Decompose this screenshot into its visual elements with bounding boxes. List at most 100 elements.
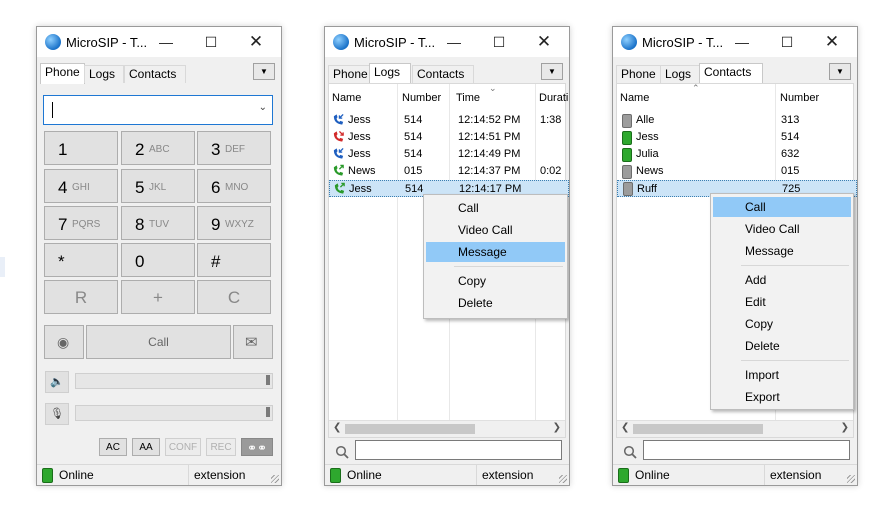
- tab-menu-button[interactable]: ▼: [829, 63, 851, 80]
- tab-logs[interactable]: Logs: [84, 65, 124, 83]
- status-text[interactable]: Online: [347, 468, 382, 482]
- menu-item-import[interactable]: Import: [713, 365, 851, 385]
- menu-item-export[interactable]: Export: [713, 387, 851, 407]
- table-row[interactable]: Jess 514 12:14:52 PM 1:38: [329, 112, 569, 129]
- key-7[interactable]: 7 PQRS: [44, 206, 118, 240]
- account-label[interactable]: extension: [476, 465, 533, 485]
- list-item[interactable]: News 015: [617, 163, 857, 180]
- title-bar[interactable]: MicroSIP - T... — ☐ ✕: [613, 27, 857, 57]
- horizontal-scrollbar[interactable]: ❮ ❯: [617, 420, 853, 437]
- minimize-button[interactable]: —: [731, 31, 753, 53]
- menu-item-call[interactable]: Call: [426, 198, 565, 218]
- key-4[interactable]: 4 GHI: [44, 169, 118, 203]
- slider-thumb[interactable]: [266, 375, 270, 385]
- key-hash[interactable]: #: [197, 243, 271, 277]
- tab-menu-button[interactable]: ▼: [253, 63, 275, 80]
- table-row[interactable]: News 015 12:14:37 PM 0:02: [329, 163, 569, 180]
- tab-contacts[interactable]: Contacts: [124, 65, 186, 83]
- menu-item-message[interactable]: Message: [426, 242, 565, 262]
- list-item[interactable]: Julia 632: [617, 146, 857, 163]
- menu-item-video-call[interactable]: Video Call: [713, 219, 851, 239]
- menu-item-delete[interactable]: Delete: [426, 293, 565, 313]
- tab-menu-button[interactable]: ▼: [541, 63, 563, 80]
- menu-item-add[interactable]: Add: [713, 270, 851, 290]
- table-row[interactable]: Jess 514 12:14:49 PM: [329, 146, 569, 163]
- key-8[interactable]: 8 TUV: [121, 206, 195, 240]
- maximize-button[interactable]: ☐: [200, 31, 222, 53]
- table-row[interactable]: Jess 514 12:14:51 PM: [329, 129, 569, 146]
- tab-phone[interactable]: Phone: [328, 65, 373, 83]
- menu-item-copy[interactable]: Copy: [426, 271, 565, 291]
- search-input[interactable]: [355, 440, 562, 460]
- dial-input[interactable]: ⌄: [43, 95, 273, 125]
- key-6[interactable]: 6 MNO: [197, 169, 271, 203]
- key-9[interactable]: 9 WXYZ: [197, 206, 271, 240]
- close-button[interactable]: ✕: [821, 31, 843, 53]
- column-header-duration[interactable]: Durati: [539, 92, 568, 104]
- conference-button[interactable]: CONF: [165, 438, 201, 456]
- minimize-button[interactable]: —: [155, 31, 177, 53]
- plus-button[interactable]: +: [121, 280, 195, 314]
- slider-thumb[interactable]: [266, 407, 270, 417]
- online-status-icon[interactable]: [330, 468, 341, 483]
- horizontal-scrollbar[interactable]: ❮ ❯: [329, 420, 565, 437]
- online-status-icon[interactable]: [618, 468, 629, 483]
- menu-item-message[interactable]: Message: [713, 241, 851, 261]
- column-header-time[interactable]: Time: [456, 92, 480, 104]
- minimize-button[interactable]: —: [443, 31, 465, 53]
- tab-contacts[interactable]: Contacts: [412, 65, 474, 83]
- key-0[interactable]: 0: [121, 243, 195, 277]
- maximize-button[interactable]: ☐: [488, 31, 510, 53]
- column-header-name[interactable]: Name: [332, 92, 361, 104]
- scroll-left-icon[interactable]: ❮: [621, 422, 629, 433]
- key-5[interactable]: 5 JKL: [121, 169, 195, 203]
- tab-contacts[interactable]: Contacts: [699, 63, 763, 84]
- tab-phone[interactable]: Phone: [40, 63, 85, 84]
- menu-item-video-call[interactable]: Video Call: [426, 220, 565, 240]
- maximize-button[interactable]: ☐: [776, 31, 798, 53]
- resize-grip-icon[interactable]: [847, 475, 855, 483]
- key-1[interactable]: 1: [44, 131, 118, 165]
- record-button[interactable]: REC: [206, 438, 236, 456]
- key-star[interactable]: *: [44, 243, 118, 277]
- column-header-number[interactable]: Number: [780, 92, 819, 104]
- menu-item-call[interactable]: Call: [713, 197, 851, 217]
- microphone-volume-slider[interactable]: [75, 405, 273, 421]
- call-button[interactable]: Call: [86, 325, 231, 359]
- title-bar[interactable]: MicroSIP - T... — ☐ ✕: [37, 27, 281, 57]
- key-2[interactable]: 2 ABC: [121, 131, 195, 165]
- close-button[interactable]: ✕: [533, 31, 555, 53]
- online-status-icon[interactable]: [42, 468, 53, 483]
- scrollbar-thumb[interactable]: [345, 424, 475, 434]
- tab-logs[interactable]: Logs: [660, 65, 700, 83]
- auto-conference-button[interactable]: AC: [99, 438, 127, 456]
- clear-button[interactable]: C: [197, 280, 271, 314]
- key-3[interactable]: 3 DEF: [197, 131, 271, 165]
- redial-button[interactable]: R: [44, 280, 118, 314]
- title-bar[interactable]: MicroSIP - T... — ☐ ✕: [325, 27, 569, 57]
- list-item[interactable]: Alle 313: [617, 112, 857, 129]
- message-button[interactable]: ✉: [233, 325, 273, 359]
- status-text[interactable]: Online: [635, 468, 670, 482]
- menu-item-copy[interactable]: Copy: [713, 314, 851, 334]
- scroll-right-icon[interactable]: ❯: [553, 422, 561, 433]
- status-text[interactable]: Online: [59, 468, 94, 482]
- chevron-down-icon[interactable]: ⌄: [259, 102, 267, 113]
- auto-answer-button[interactable]: AA: [132, 438, 160, 456]
- scroll-right-icon[interactable]: ❯: [841, 422, 849, 433]
- account-label[interactable]: extension: [188, 465, 245, 485]
- account-label[interactable]: extension: [764, 465, 821, 485]
- tab-phone[interactable]: Phone: [616, 65, 661, 83]
- column-header-number[interactable]: Number: [402, 92, 441, 104]
- resize-grip-icon[interactable]: [559, 475, 567, 483]
- menu-item-edit[interactable]: Edit: [713, 292, 851, 312]
- video-call-button[interactable]: ◉: [44, 325, 84, 359]
- voicemail-icon[interactable]: ⚭⚭: [241, 438, 273, 456]
- column-header-name[interactable]: Name: [620, 92, 649, 104]
- menu-item-delete[interactable]: Delete: [713, 336, 851, 356]
- speaker-volume-slider[interactable]: [75, 373, 273, 389]
- search-input[interactable]: [643, 440, 850, 460]
- close-button[interactable]: ✕: [245, 31, 267, 53]
- resize-grip-icon[interactable]: [271, 475, 279, 483]
- tab-logs[interactable]: Logs: [369, 63, 411, 84]
